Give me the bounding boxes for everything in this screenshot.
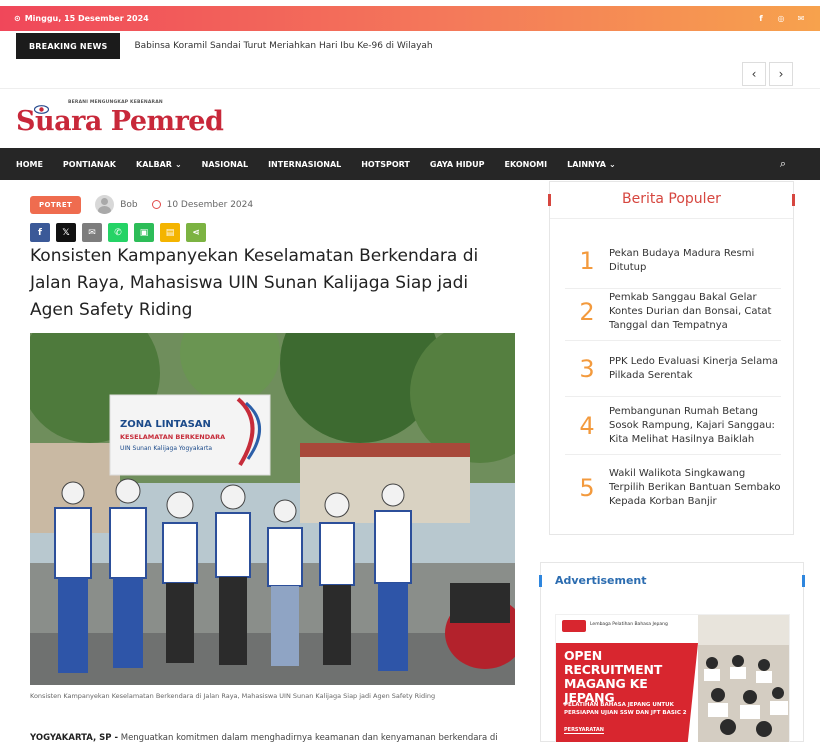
photo-caption: Konsisten Kampanyekan Keselamatan Berken… xyxy=(30,692,436,700)
breaking-news-label: BREAKING NEWS xyxy=(16,33,121,59)
nav-lainnya[interactable]: LAINNYA ⌄ xyxy=(557,148,626,180)
popular-title: Pekan Budaya Madura Resmi Ditutup xyxy=(609,247,755,273)
ticker-prev-button[interactable]: ‹ xyxy=(742,62,766,86)
avatar xyxy=(95,195,115,214)
search-icon[interactable]: ⌕ xyxy=(780,157,786,171)
nav-kalbar[interactable]: KALBAR ⌄ xyxy=(126,148,192,180)
nav-home[interactable]: HOME xyxy=(6,148,53,180)
lead-text: Menguatkan komitmen dalam menghadirnya k… xyxy=(118,733,498,742)
ad-classroom-photo xyxy=(698,615,789,742)
current-date-text: Minggu, 15 Desember 2024 xyxy=(24,14,149,23)
ad-photo-illustration xyxy=(698,615,789,742)
widget-accent xyxy=(802,575,805,587)
popular-item-1[interactable]: 1 Pekan Budaya Madura Resmi Ditutup xyxy=(565,233,781,289)
popular-divider xyxy=(550,218,793,219)
current-date: ⊙ Minggu, 15 Desember 2024 xyxy=(14,14,149,23)
banner-line-2: KESELAMATAN BERKENDARA xyxy=(120,433,225,441)
popular-rank: 1 xyxy=(579,246,595,275)
breaking-news-ticker[interactable]: Babinsa Koramil Sandai Turut Meriahkan H… xyxy=(134,41,432,51)
popular-news-widget: Berita Populer 1 Pekan Budaya Madura Res… xyxy=(548,181,795,535)
popular-title: PPK Ledo Evaluasi Kinerja Selama Pilkada… xyxy=(609,355,779,381)
ad-org-logo-icon xyxy=(562,620,586,632)
popular-heading: Berita Populer xyxy=(622,191,721,207)
advertisement-widget: Advertisement Lembaga Pelatihan Bahasa J… xyxy=(539,562,805,742)
share-whatsapp-button[interactable]: ✆ xyxy=(108,223,128,242)
clock-icon: ⊙ xyxy=(14,14,21,23)
lead-dateline: YOGYAKARTA, SP - xyxy=(30,733,119,742)
share-buttons: f 𝕏 ✉ ✆ ▣ ▤ ⋖ xyxy=(30,223,206,242)
ad-requirements-label: PERSYARATAN xyxy=(564,727,604,734)
widget-accent xyxy=(539,575,542,587)
ad-org-name: Lembaga Pelatihan Bahasa Jepang xyxy=(590,622,668,627)
popular-title: Pemkab Sanggau Bakal Gelar Kontes Durian… xyxy=(609,291,772,331)
popular-title: Wakil Walikota Singkawang Terpilih Berik… xyxy=(609,468,781,507)
site-tagline: BERANI MENGUNGKAP KEBENARAN xyxy=(68,100,163,105)
article-photo-illustration: ZONA LINTASAN KESELAMATAN BERKENDARA UIN… xyxy=(30,333,515,685)
popular-item-3[interactable]: 3 PPK Ledo Evaluasi Kinerja Selama Pilka… xyxy=(565,341,781,397)
share-x-button[interactable]: 𝕏 xyxy=(56,223,76,242)
nav-gaya-hidup[interactable]: GAYA HIDUP xyxy=(420,148,495,180)
nav-pontianak[interactable]: PONTIANAK xyxy=(53,148,126,180)
ad-subheadline: PELATIHAN BAHASA JEPANG UNTUK PERSIAPAN … xyxy=(564,702,687,716)
instagram-icon[interactable]: ◎ xyxy=(776,14,786,23)
clock-icon xyxy=(151,200,161,209)
ticker-next-button[interactable]: › xyxy=(769,62,793,86)
popular-item-2[interactable]: 2 Pemkab Sanggau Bakal Gelar Kontes Duri… xyxy=(565,283,781,341)
nav-internasional[interactable]: INTERNASIONAL xyxy=(258,148,351,180)
share-sms-button[interactable]: ▤ xyxy=(160,223,180,242)
popular-item-5[interactable]: 5 Wakil Walikota Singkawang Terpilih Ber… xyxy=(565,459,781,517)
share-email-button[interactable]: ✉ xyxy=(82,223,102,242)
nav-nasional[interactable]: NASIONAL xyxy=(192,148,258,180)
article: POTRET Bob 10 Desember 2024 f 𝕏 ✉ ✆ ▣ ▤ … xyxy=(16,181,530,742)
banner-line-3: UIN Sunan Kalijaga Yogyakarta xyxy=(120,445,212,452)
category-badge[interactable]: POTRET xyxy=(30,195,82,214)
popular-item-4[interactable]: 4 Pembangunan Rumah Betang Sosok Rampung… xyxy=(565,397,781,455)
popular-rank: 3 xyxy=(579,354,595,383)
popular-rank: 2 xyxy=(579,297,595,326)
email-icon[interactable]: ✉ xyxy=(796,14,806,23)
article-title: Konsisten Kampanyekan Keselamatan Berken… xyxy=(30,246,479,320)
main-navigation: HOME PONTIANAK KALBAR ⌄ NASIONAL INTERNAS… xyxy=(0,148,820,180)
popular-rank: 4 xyxy=(579,411,595,440)
publish-date-text: 10 Desember 2024 xyxy=(166,199,254,210)
share-more-button[interactable]: ⋖ xyxy=(186,223,206,242)
breaking-news-bar: BREAKING NEWS Babinsa Koramil Sandai Tur… xyxy=(16,33,804,59)
ticker-controls: ‹ › xyxy=(742,62,793,86)
article-lead: YOGYAKARTA, SP - Menguatkan komitmen dal… xyxy=(30,733,515,742)
banner-line-1: ZONA LINTASAN xyxy=(120,419,211,430)
publish-date: 10 Desember 2024 xyxy=(151,199,254,210)
chevron-down-icon: ⌄ xyxy=(174,159,182,169)
nav-ekonomi[interactable]: EKONOMI xyxy=(495,148,558,180)
ad-headline: OPEN RECRUITMENT MAGANG KE JEPANG xyxy=(564,648,663,705)
social-links: f ◎ ✉ xyxy=(756,14,806,23)
header-divider xyxy=(0,88,820,89)
article-author[interactable]: Bob xyxy=(95,195,138,214)
article-meta: POTRET Bob 10 Desember 2024 xyxy=(30,195,253,214)
advertisement-heading: Advertisement xyxy=(555,574,647,587)
chevron-down-icon: ⌄ xyxy=(608,159,616,169)
nav-hotsport[interactable]: HOTSPORT xyxy=(351,148,420,180)
facebook-icon[interactable]: f xyxy=(756,14,766,23)
site-name: Suara Pemred xyxy=(16,106,224,137)
share-facebook-button[interactable]: f xyxy=(30,223,50,242)
popular-title: Pembangunan Rumah Betang Sosok Rampung, … xyxy=(609,405,775,445)
advertisement-banner[interactable]: Lembaga Pelatihan Bahasa Jepang OPEN REC… xyxy=(555,614,790,742)
author-name: Bob xyxy=(120,199,138,210)
share-line-button[interactable]: ▣ xyxy=(134,223,154,242)
top-bar: ⊙ Minggu, 15 Desember 2024 f ◎ ✉ xyxy=(0,6,820,31)
popular-rank: 5 xyxy=(579,474,595,502)
article-photo: ZONA LINTASAN KESELAMATAN BERKENDARA UIN… xyxy=(30,333,515,685)
